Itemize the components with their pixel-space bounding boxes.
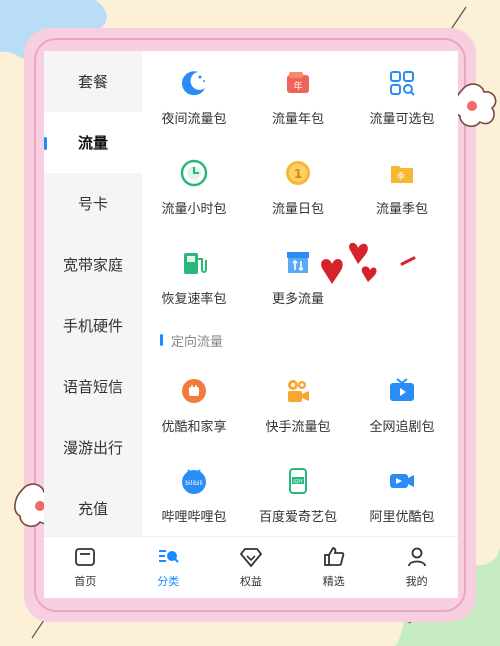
tv-play-icon [386,375,418,407]
iqiyi-icon: iQIY [282,465,314,497]
grid-item-label: 百度爱奇艺包 [258,510,337,525]
bilibili-badge-text: bilibili [185,480,203,487]
app-screen: 套餐 流量 号卡 宽带家庭 手机硬件 语音短信 漫游出行 充值 夜间流量包 年 … [44,51,458,598]
sidebar-item-voice-sms[interactable]: 语音短信 [44,356,142,417]
thumbs-up-icon [323,547,345,566]
day-coin-icon: 1 [282,157,314,189]
sidebar-item-label: 充值 [77,500,108,518]
flower-sticker-right [454,83,497,128]
tab-label: 我的 [405,575,428,588]
year-badge-text: 年 [293,80,302,92]
grid-item-label: 恢复速率包 [161,292,227,307]
season-badge-text: 季 [397,171,405,181]
tab-benefits[interactable]: 权益 [210,537,293,598]
sidebar-item-label: 语音短信 [62,378,123,396]
sidebar-item-sim-card[interactable]: 号卡 [44,173,142,234]
user-icon [407,547,426,567]
sidebar-item-label: 宽带家庭 [62,256,123,274]
sidebar-item-broadband[interactable]: 宽带家庭 [44,234,142,295]
grid-item-youku-family[interactable]: 优酷和家享 [142,359,246,449]
category-sidebar: 套餐 流量 号卡 宽带家庭 手机硬件 语音短信 漫游出行 充值 [44,51,142,536]
grid-item-label: 流量小时包 [161,202,227,217]
category-icon [159,550,179,563]
year-package-icon: 年 [282,67,314,99]
tab-category[interactable]: 分类 [127,537,210,598]
tab-label: 权益 [239,575,262,588]
sidebar-item-hardware[interactable]: 手机硬件 [44,295,142,356]
sidebar-item-label: 漫游出行 [62,439,123,457]
grid-item-drama[interactable]: 全网追剧包 [350,359,454,449]
sidebar-item-data[interactable]: 流量 [44,112,142,173]
iqiyi-badge-text: iQIY [293,479,304,485]
diamond-icon [239,548,263,568]
grid-item-hour-data[interactable]: 流量小时包 [142,141,246,231]
grid-item-kuaishou[interactable]: 快手流量包 [246,359,350,449]
grid-select-icon [386,67,418,99]
grid-item-night-data[interactable]: 夜间流量包 [142,51,246,141]
grid-item-label: 哔哩哔哩包 [161,510,227,525]
grid-item-bilibili[interactable]: bilibili 哔哩哔哩包 [142,449,246,539]
grid-item-label: 流量日包 [271,202,324,217]
tab-mine[interactable]: 我的 [375,537,458,598]
kuaishou-icon [282,375,314,407]
grid-row: 流量小时包 1 流量日包 季 流量季包 [142,141,458,231]
grid-item-year-data[interactable]: 年 流量年包 [246,51,350,141]
grid-row: 优酷和家享 快手流量包 全网追剧包 [142,359,458,449]
sidebar-item-label: 手机硬件 [62,317,123,335]
sidebar-item-label: 号卡 [77,195,108,213]
red-hearts-doodle [321,242,416,284]
tab-featured[interactable]: 精选 [292,537,375,598]
season-folder-icon: 季 [386,157,418,189]
sidebar-item-recharge[interactable]: 充值 [44,478,142,539]
section-accent-bar [160,334,163,346]
section-header-targeted-data: 定向流量 [142,321,458,359]
grid-item-optional-data[interactable]: 流量可选包 [350,51,454,141]
grid-item-label: 快手流量包 [265,420,331,435]
sidebar-item-label: 流量 [77,134,108,152]
tab-home[interactable]: 首页 [44,537,127,598]
home-icon [75,548,96,566]
grid-item-label: 阿里优酷包 [369,510,435,525]
grid-item-restore-speed[interactable]: 恢复速率包 [142,231,246,321]
youku-icon [178,375,210,407]
grid-item-label: 流量季包 [375,202,428,217]
grid-item-day-data[interactable]: 1 流量日包 [246,141,350,231]
tab-label: 分类 [157,575,180,588]
ali-youku-icon [386,465,418,497]
grid-item-label: 流量年包 [271,112,324,127]
grid-item-iqiyi[interactable]: iQIY 百度爱奇艺包 [246,449,350,539]
tab-label: 精选 [322,575,345,588]
grid-item-label: 优酷和家享 [161,420,227,435]
grid-item-label: 全网追剧包 [369,420,435,435]
bottom-tab-bar: 首页 分类 权益 精选 我的 [44,536,458,598]
grid-row: 夜间流量包 年 流量年包 流量可选包 [142,51,458,141]
moon-icon [178,67,210,99]
clock-icon [178,157,210,189]
grid-item-ali-youku[interactable]: 阿里优酷包 [350,449,454,539]
bilibili-icon: bilibili [178,465,210,497]
tab-label: 首页 [74,575,97,588]
grid-item-season-data[interactable]: 季 流量季包 [350,141,454,231]
section-title: 定向流量 [171,334,224,350]
fuel-icon [178,247,210,279]
grid-item-label: 夜间流量包 [161,112,227,127]
day-badge-text: 1 [294,167,302,181]
sidebar-item-label: 套餐 [77,73,108,91]
grid-row: bilibili 哔哩哔哩包 iQIY 百度爱奇艺包 阿里优酷包 [142,449,458,539]
grid-item-label: 流量可选包 [369,112,435,127]
sidebar-item-package[interactable]: 套餐 [44,51,142,112]
store-icon [282,247,314,279]
sidebar-item-roaming[interactable]: 漫游出行 [44,417,142,478]
